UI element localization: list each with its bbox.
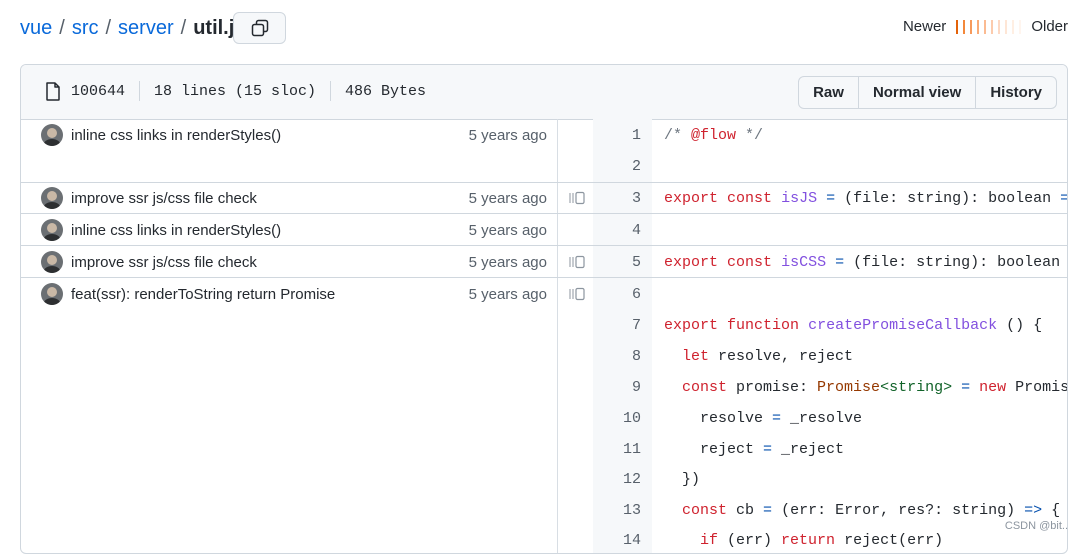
commit-message-link[interactable]: inline css links in renderStyles() — [71, 127, 281, 144]
age-gutter-line — [557, 119, 558, 553]
commit-message-link[interactable]: improve ssr js/css file check — [71, 190, 257, 207]
breadcrumb-separator: / — [105, 16, 112, 39]
avatar[interactable] — [41, 283, 63, 305]
line-number[interactable]: 6 — [593, 286, 641, 303]
age-scale-bar — [1012, 19, 1015, 34]
avatar[interactable] — [41, 251, 63, 273]
breadcrumb-server-link[interactable]: server — [118, 17, 174, 40]
breadcrumb-separator: / — [180, 16, 187, 39]
file-view-buttons: Raw Normal view History — [798, 76, 1057, 109]
file-mode: 100644 — [71, 82, 126, 100]
age-scale-bar — [1005, 19, 1008, 34]
code-line: if (err) return reject(err) — [700, 532, 944, 549]
file-header: 100644 18 lines (15 sloc) 486 Bytes Raw … — [21, 65, 1067, 120]
age-scale-bar — [977, 19, 980, 34]
blame-commits: inline css links in renderStyles() 5 yea… — [21, 119, 557, 553]
file-blame-box: 100644 18 lines (15 sloc) 486 Bytes Raw … — [20, 64, 1068, 554]
reblame-icon[interactable] — [569, 191, 585, 205]
meta-divider — [330, 81, 332, 101]
raw-button[interactable]: Raw — [799, 77, 858, 108]
commit-message-link[interactable]: feat(ssr): renderToString return Promise — [71, 286, 335, 303]
blame-age-legend: Newer Older — [903, 18, 1068, 35]
meta-divider — [139, 81, 141, 101]
blame-commit-row: inline css links in renderStyles() 5 yea… — [21, 119, 557, 151]
breadcrumb-src-link[interactable]: src — [72, 17, 99, 40]
breadcrumb-repo-link[interactable]: vue — [20, 17, 52, 40]
line-number[interactable]: 8 — [593, 348, 641, 365]
file-meta: 100644 18 lines (15 sloc) 486 Bytes — [45, 81, 426, 101]
line-number[interactable]: 3 — [593, 190, 641, 207]
reblame-icon[interactable] — [569, 255, 585, 269]
commit-age: 5 years ago — [468, 285, 547, 303]
file-line-count: 18 lines (15 sloc) — [154, 82, 317, 100]
hunk-divider — [557, 182, 1067, 183]
line-number[interactable]: 1 — [593, 127, 641, 144]
code-line: export function createPromiseCallback ()… — [664, 317, 1043, 334]
hunk-divider — [557, 245, 1067, 246]
newer-label: Newer — [902, 18, 947, 35]
line-number[interactable]: 10 — [593, 410, 641, 427]
age-scale-bar — [963, 19, 966, 34]
copy-path-button[interactable] — [233, 12, 286, 44]
file-icon — [46, 81, 60, 101]
line-number[interactable]: 13 — [593, 502, 641, 519]
commit-age: 5 years ago — [468, 221, 547, 239]
age-scale-bar — [998, 19, 1001, 34]
line-number[interactable]: 4 — [593, 222, 641, 239]
line-number[interactable]: 5 — [593, 254, 641, 271]
breadcrumb-separator: / — [59, 16, 65, 39]
age-scale-bar — [1019, 19, 1022, 34]
line-number[interactable]: 9 — [593, 379, 641, 396]
avatar[interactable] — [41, 219, 63, 241]
commit-age: 5 years ago — [468, 126, 547, 144]
line-number[interactable]: 11 — [593, 441, 641, 458]
avatar[interactable] — [41, 187, 63, 209]
blame-commit-row: inline css links in renderStyles() 5 yea… — [21, 214, 557, 246]
normal-view-button[interactable]: Normal view — [857, 77, 975, 108]
age-scale — [956, 19, 1022, 34]
line-number[interactable]: 12 — [593, 471, 641, 488]
copy-icon — [251, 19, 268, 37]
code-line: }) — [664, 471, 701, 488]
line-number[interactable]: 2 — [593, 158, 641, 175]
breadcrumb: vue / src / server / util.js — [20, 14, 245, 42]
code-line: export const isCSS = (file: string): boo… — [664, 254, 1068, 271]
blame-table: inline css links in renderStyles() 5 yea… — [21, 119, 1067, 553]
older-label: Older — [1031, 18, 1068, 35]
commit-age: 5 years ago — [468, 253, 547, 271]
blame-commit-row: feat(ssr): renderToString return Promise… — [21, 278, 557, 310]
commit-message-link[interactable]: improve ssr js/css file check — [71, 254, 257, 271]
line-number[interactable]: 14 — [593, 532, 641, 549]
code-line: let resolve, reject — [682, 348, 854, 365]
code-line: /* @flow */ — [664, 127, 764, 144]
line-number[interactable]: 7 — [593, 317, 641, 334]
age-scale-bar — [956, 19, 959, 34]
code-line: export const isJS = (file: string): bool… — [664, 190, 1067, 207]
code-line: const cb = (err: Error, res?: string) =>… — [682, 502, 1061, 519]
blame-commit-row: improve ssr js/css file check 5 years ag… — [21, 246, 557, 278]
hunk-divider — [557, 277, 1067, 278]
commit-message-link[interactable]: inline css links in renderStyles() — [71, 222, 281, 239]
blame-commit-row: improve ssr js/css file check 5 years ag… — [21, 182, 557, 214]
watermark: CSDN @bit.. — [1004, 520, 1068, 532]
hunk-divider — [557, 213, 1067, 214]
age-scale-bar — [970, 19, 973, 34]
history-button[interactable]: History — [975, 77, 1056, 108]
code-line: resolve = _resolve — [664, 410, 863, 427]
file-size: 486 Bytes — [345, 82, 427, 100]
code-line: const promise: Promise<string> = new Pro… — [682, 379, 1068, 396]
age-scale-bar — [991, 19, 994, 34]
reblame-icon[interactable] — [569, 287, 585, 301]
code-line: reject = _reject — [664, 441, 845, 458]
age-scale-bar — [984, 19, 987, 34]
commit-age: 5 years ago — [468, 189, 547, 207]
avatar[interactable] — [41, 124, 63, 146]
